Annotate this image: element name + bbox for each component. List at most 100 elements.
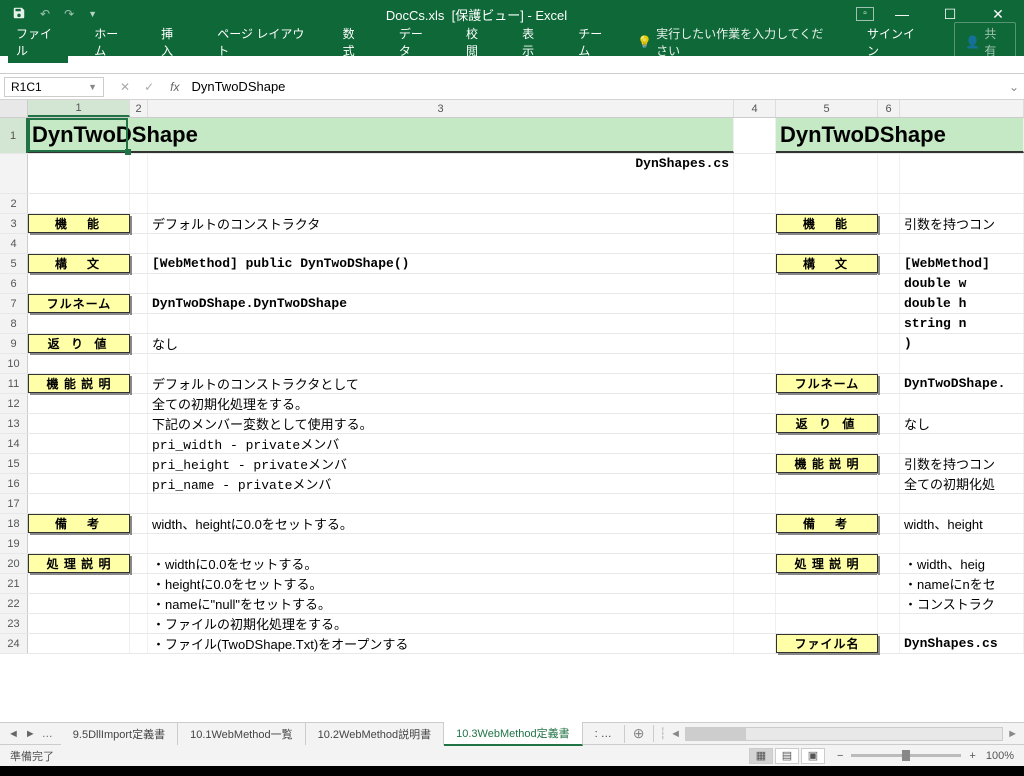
cell[interactable]: DynTwoDShape. (900, 374, 1024, 393)
sheet-tab-more[interactable]: : … (583, 725, 625, 743)
share-button[interactable]: 👤 共有 (954, 22, 1016, 62)
hscroll-track[interactable] (685, 727, 1003, 741)
view-normal-icon[interactable]: ▦ (749, 748, 773, 764)
cell[interactable]: [WebMethod] (900, 254, 1024, 273)
zoom-slider[interactable] (851, 754, 961, 757)
label-fullname-r[interactable]: フルネーム (776, 374, 878, 393)
row-header[interactable]: 8 (0, 314, 28, 333)
minimize-button[interactable]: — (882, 6, 922, 22)
col-header-3[interactable]: 3 (148, 100, 734, 117)
label-fullname[interactable]: フルネーム (28, 294, 130, 313)
row-header[interactable]: 14 (0, 434, 28, 453)
sheet-tab[interactable]: 9.5DllImport定義書 (61, 723, 178, 745)
col-header-7[interactable] (900, 100, 1024, 117)
label-procdesc-r[interactable]: 処 理 説 明 (776, 554, 878, 573)
zoom-level[interactable]: 100% (986, 750, 1014, 762)
cell[interactable]: ・nameにnをセ (900, 574, 1024, 593)
signin-button[interactable]: サインイン (867, 25, 922, 59)
row-header[interactable]: 22 (0, 594, 28, 613)
tab-review[interactable]: 校閲 (458, 21, 496, 63)
row-header[interactable]: 3 (0, 214, 28, 233)
label-procdesc[interactable]: 処 理 説 明 (28, 554, 130, 573)
tab-view[interactable]: 表示 (514, 21, 552, 63)
view-page-layout-icon[interactable]: ▤ (775, 748, 799, 764)
save-icon[interactable] (12, 6, 26, 23)
cell[interactable]: 全ての初期化処理をする。 (148, 394, 734, 413)
cell[interactable]: ・nameに"null"をセットする。 (148, 594, 734, 613)
undo-icon[interactable]: ↶ (40, 7, 50, 21)
spreadsheet-grid[interactable]: 1 DynTwoDShape DynTwoDShape DynShapes.cs… (0, 118, 1024, 654)
row-header[interactable]: 17 (0, 494, 28, 513)
cell[interactable]: string n (900, 314, 1024, 333)
tab-formulas[interactable]: 数式 (335, 21, 373, 63)
label-return-r[interactable]: 返 り 値 (776, 414, 878, 433)
cell[interactable]: 引数を持つコン (900, 214, 1024, 233)
tab-page-layout[interactable]: ページ レイアウト (209, 21, 316, 63)
row-header[interactable]: 5 (0, 254, 28, 273)
cell-filename[interactable]: DynShapes.cs (148, 154, 734, 193)
cell[interactable]: [WebMethod] public DynTwoDShape() (148, 254, 734, 273)
col-header-6[interactable]: 6 (878, 100, 900, 117)
tab-data[interactable]: データ (391, 21, 440, 63)
fx-icon[interactable]: fx (170, 80, 179, 94)
tell-me-search[interactable]: 💡 実行したい作業を入力してください (637, 25, 831, 59)
col-header-5[interactable]: 5 (776, 100, 878, 117)
tab-file[interactable]: ファイル (8, 21, 68, 63)
cell[interactable]: 引数を持つコン (900, 454, 1024, 473)
col-header-2[interactable]: 2 (130, 100, 148, 117)
label-funcdesc-r[interactable]: 機 能 説 明 (776, 454, 878, 473)
cell[interactable]: ) (900, 334, 1024, 353)
add-sheet-button[interactable]: ⊕ (625, 725, 654, 742)
row-header[interactable]: 23 (0, 614, 28, 633)
row-header[interactable]: 21 (0, 574, 28, 593)
name-box[interactable]: R1C1▼ (4, 77, 104, 97)
label-remark[interactable]: 備 考 (28, 514, 130, 533)
cell[interactable]: ・ファイル(TwoDShape.Txt)をオープンする (148, 634, 734, 653)
view-page-break-icon[interactable]: ▣ (801, 748, 825, 764)
row-header[interactable]: 7 (0, 294, 28, 313)
cell[interactable]: デフォルトのコンストラクタ (148, 214, 734, 233)
cell[interactable]: double w (900, 274, 1024, 293)
row-header[interactable]: 20 (0, 554, 28, 573)
accept-formula-icon[interactable]: ✓ (144, 80, 154, 94)
row-header[interactable]: 4 (0, 234, 28, 253)
tab-nav-next-icon[interactable]: ► (25, 728, 36, 740)
cell[interactable]: pri_width - privateメンバ (148, 434, 734, 453)
cell[interactable]: デフォルトのコンストラクタとして (148, 374, 734, 393)
cell[interactable]: 全ての初期化処 (900, 474, 1024, 493)
zoom-slider-thumb[interactable] (902, 750, 910, 761)
select-all-corner[interactable] (0, 100, 28, 117)
formula-input[interactable] (187, 77, 1004, 97)
row-header[interactable]: 2 (0, 194, 28, 213)
cell[interactable]: ・ファイルの初期化処理をする。 (148, 614, 734, 633)
label-remark-r[interactable]: 備 考 (776, 514, 878, 533)
cell[interactable]: なし (148, 334, 734, 353)
row-header[interactable]: 12 (0, 394, 28, 413)
cell[interactable]: 下記のメンバー変数として使用する。 (148, 414, 734, 433)
cell[interactable]: ・コンストラク (900, 594, 1024, 613)
cell[interactable]: ・widthに0.0をセットする。 (148, 554, 734, 573)
cell[interactable]: width、height (900, 514, 1024, 533)
cell[interactable]: ・heightに0.0をセットする。 (148, 574, 734, 593)
hscroll-thumb[interactable] (686, 728, 746, 740)
row-header[interactable]: 9 (0, 334, 28, 353)
sheet-tab[interactable]: 10.2WebMethod説明書 (306, 723, 445, 745)
row-header[interactable]: 18 (0, 514, 28, 533)
row-header[interactable]: 1 (0, 118, 28, 153)
cell[interactable]: pri_name - privateメンバ (148, 474, 734, 493)
cell[interactable]: double h (900, 294, 1024, 313)
hscroll-right-icon[interactable]: ► (1007, 728, 1018, 740)
label-func[interactable]: 機 能 (28, 214, 130, 233)
row-header[interactable]: 13 (0, 414, 28, 433)
label-return[interactable]: 返 り 値 (28, 334, 130, 353)
row-header[interactable] (0, 154, 28, 193)
label-file-r[interactable]: ファイル名 (776, 634, 878, 653)
row-header[interactable]: 19 (0, 534, 28, 553)
row-header[interactable]: 11 (0, 374, 28, 393)
row-header[interactable]: 6 (0, 274, 28, 293)
row-header[interactable]: 24 (0, 634, 28, 653)
label-syntax-r[interactable]: 構 文 (776, 254, 878, 273)
tab-nav-prev-icon[interactable]: ◄ (8, 728, 19, 740)
cell[interactable]: pri_height - privateメンバ (148, 454, 734, 473)
cancel-formula-icon[interactable]: ✕ (120, 80, 130, 94)
